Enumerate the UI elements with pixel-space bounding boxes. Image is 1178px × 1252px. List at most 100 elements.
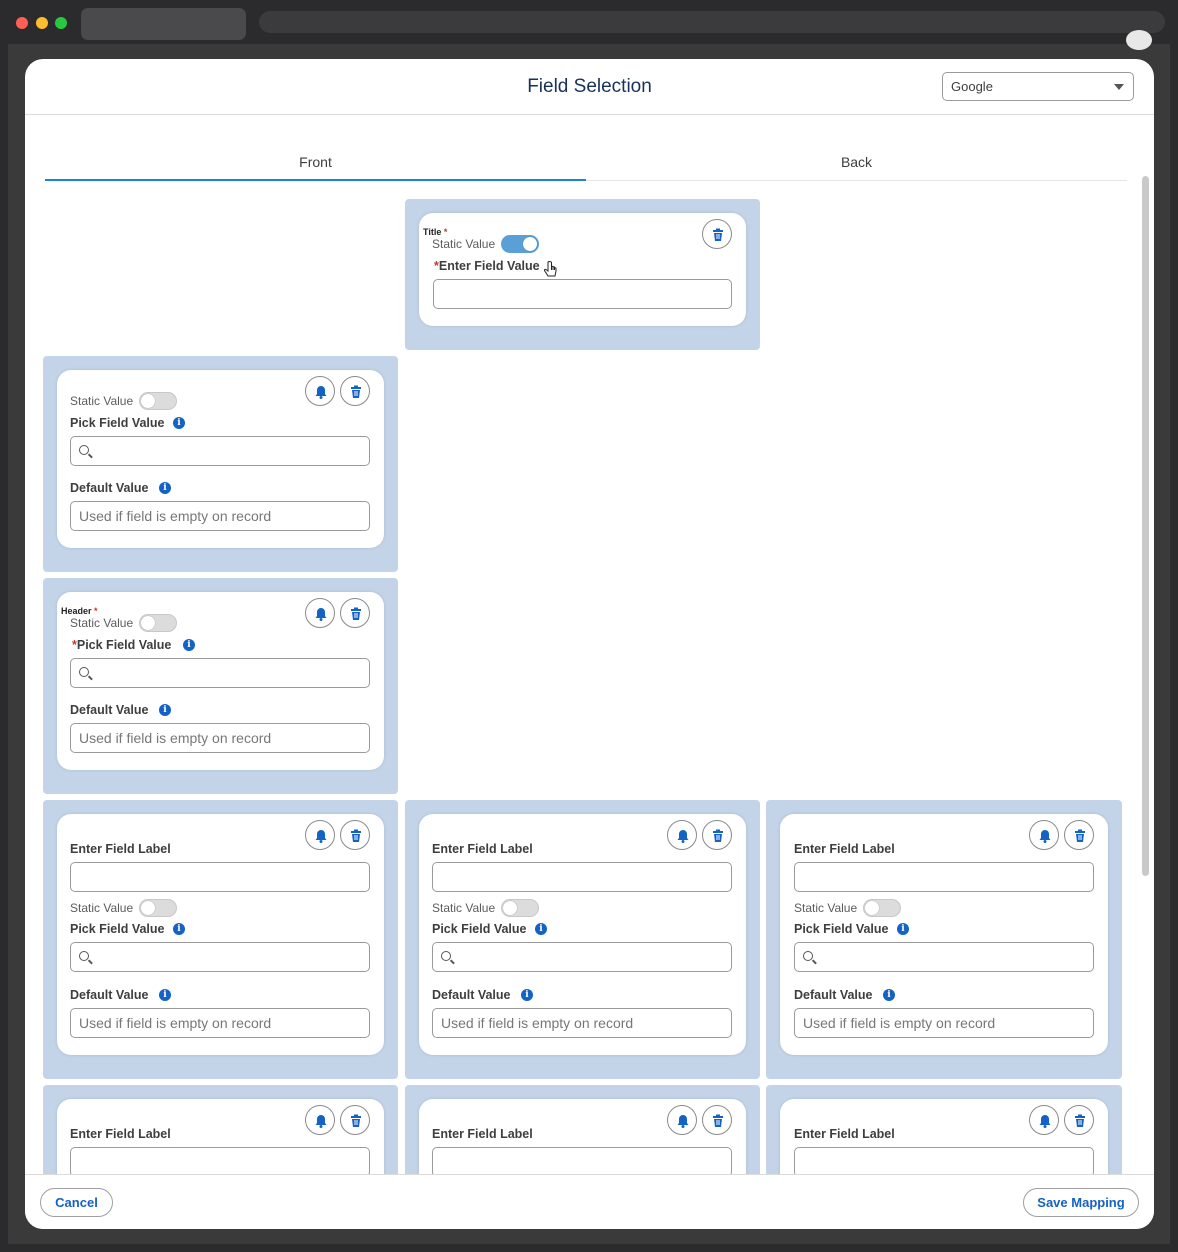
static-value-label: Static Value <box>70 616 134 630</box>
slot-label-card-6: Enter Field Label <box>766 1085 1122 1174</box>
static-value-toggle[interactable] <box>139 899 177 917</box>
delete-button[interactable] <box>702 820 732 850</box>
enter-field-label-label: Enter Field Label <box>70 1127 171 1141</box>
bell-icon <box>315 386 327 399</box>
delete-button[interactable] <box>340 598 370 628</box>
field-label-input[interactable] <box>70 862 370 892</box>
label-card-2: Enter Field Label Static Value Pick Fiel… <box>419 814 746 1055</box>
info-icon[interactable]: i <box>159 482 171 494</box>
static-value-toggle[interactable] <box>501 235 539 253</box>
field-value-input[interactable] <box>433 279 732 309</box>
field-label-input[interactable] <box>794 862 1094 892</box>
notify-button[interactable] <box>305 598 335 628</box>
notify-button[interactable] <box>667 820 697 850</box>
notify-button[interactable] <box>305 1105 335 1135</box>
pick-field-search-input[interactable] <box>794 942 1094 972</box>
label-card-5: Enter Field Label <box>419 1099 746 1174</box>
slot-label-card-5: Enter Field Label <box>405 1085 760 1174</box>
info-icon[interactable]: i <box>883 989 895 1001</box>
delete-button[interactable] <box>702 219 732 249</box>
address-bar[interactable] <box>259 11 1165 33</box>
bell-icon <box>315 608 327 621</box>
info-icon[interactable]: i <box>159 989 171 1001</box>
trash-icon <box>713 228 723 241</box>
enter-field-label-label: Enter Field Label <box>70 842 171 856</box>
field-card-1: Static Value Pick Field Value i Default … <box>57 370 384 548</box>
save-mapping-button[interactable]: Save Mapping <box>1023 1188 1139 1217</box>
search-icon <box>79 445 89 455</box>
info-icon[interactable]: i <box>897 923 909 935</box>
provider-select[interactable]: Google <box>942 72 1134 101</box>
notify-button[interactable] <box>1029 820 1059 850</box>
delete-button[interactable] <box>340 376 370 406</box>
browser-tab[interactable] <box>81 8 246 40</box>
enter-field-label-label: Enter Field Label <box>432 1127 533 1141</box>
default-value-input[interactable]: Used if field is empty on record <box>432 1008 732 1038</box>
static-value-label: Static Value <box>432 901 496 915</box>
zoom-window-button[interactable] <box>55 17 67 29</box>
bell-icon <box>1039 1115 1051 1128</box>
cancel-button[interactable]: Cancel <box>40 1188 113 1217</box>
modal-header: Field Selection Google <box>25 59 1154 115</box>
static-value-label: Static Value <box>70 394 134 408</box>
notify-button[interactable] <box>305 820 335 850</box>
default-value-input[interactable]: Used if field is empty on record <box>70 501 370 531</box>
trash-icon <box>1075 1114 1085 1127</box>
static-value-toggle[interactable] <box>139 614 177 632</box>
label-card-6: Enter Field Label <box>780 1099 1108 1174</box>
pick-field-search-input[interactable] <box>70 942 370 972</box>
pick-field-search-input[interactable] <box>70 658 370 688</box>
info-icon[interactable]: i <box>159 704 171 716</box>
slot-title: Title * Static Value *Enter Field Value <box>405 199 760 350</box>
delete-button[interactable] <box>1064 820 1094 850</box>
default-value-input[interactable]: Used if field is empty on record <box>70 1008 370 1038</box>
enter-field-value-label: *Enter Field Value <box>434 259 540 273</box>
slot-header: Header * Static Value *Pick Field Value … <box>43 578 398 794</box>
close-window-button[interactable] <box>16 17 28 29</box>
tab-front[interactable]: Front <box>45 149 586 181</box>
default-value-input[interactable]: Used if field is empty on record <box>70 723 370 753</box>
minimize-window-button[interactable] <box>36 17 48 29</box>
static-value-toggle[interactable] <box>139 392 177 410</box>
bell-icon <box>315 1115 327 1128</box>
enter-field-label-label: Enter Field Label <box>794 842 895 856</box>
chevron-down-icon <box>1114 84 1124 90</box>
info-icon[interactable]: i <box>521 989 533 1001</box>
notify-button[interactable] <box>305 376 335 406</box>
info-icon[interactable]: i <box>535 923 547 935</box>
field-label-input[interactable] <box>70 1147 370 1174</box>
slot-label-card-4: Enter Field Label <box>43 1085 398 1174</box>
pick-field-search-input[interactable] <box>432 942 732 972</box>
notify-button[interactable] <box>667 1105 697 1135</box>
tab-back[interactable]: Back <box>586 149 1127 181</box>
search-icon <box>441 951 451 961</box>
info-icon[interactable]: i <box>173 923 185 935</box>
header-label: Header * <box>61 606 98 616</box>
static-value-toggle[interactable] <box>863 899 901 917</box>
bell-icon <box>315 830 327 843</box>
info-icon[interactable]: i <box>183 639 195 651</box>
delete-button[interactable] <box>1064 1105 1094 1135</box>
overlay-close-icon[interactable] <box>1126 30 1152 50</box>
pick-field-value-label: Pick Field Value <box>432 922 527 936</box>
default-value-label: Default Value <box>794 988 873 1002</box>
static-value-label: Static Value <box>794 901 858 915</box>
static-value-toggle[interactable] <box>501 899 539 917</box>
delete-button[interactable] <box>702 1105 732 1135</box>
notify-button[interactable] <box>1029 1105 1059 1135</box>
field-label-input[interactable] <box>432 862 732 892</box>
field-label-input[interactable] <box>432 1147 732 1174</box>
info-icon[interactable]: i <box>173 417 185 429</box>
static-value-label: Static Value <box>432 237 496 251</box>
trash-icon <box>351 385 361 398</box>
pick-field-search-input[interactable] <box>70 436 370 466</box>
label-card-1: Enter Field Label Static Value Pick Fiel… <box>57 814 384 1055</box>
default-value-input[interactable]: Used if field is empty on record <box>794 1008 1094 1038</box>
bell-icon <box>677 830 689 843</box>
scrollbar[interactable] <box>1142 176 1149 876</box>
trash-icon <box>351 1114 361 1127</box>
slot-label-card-3: Enter Field Label Static Value Pick Fiel… <box>766 800 1122 1079</box>
delete-button[interactable] <box>340 1105 370 1135</box>
delete-button[interactable] <box>340 820 370 850</box>
field-label-input[interactable] <box>794 1147 1094 1174</box>
